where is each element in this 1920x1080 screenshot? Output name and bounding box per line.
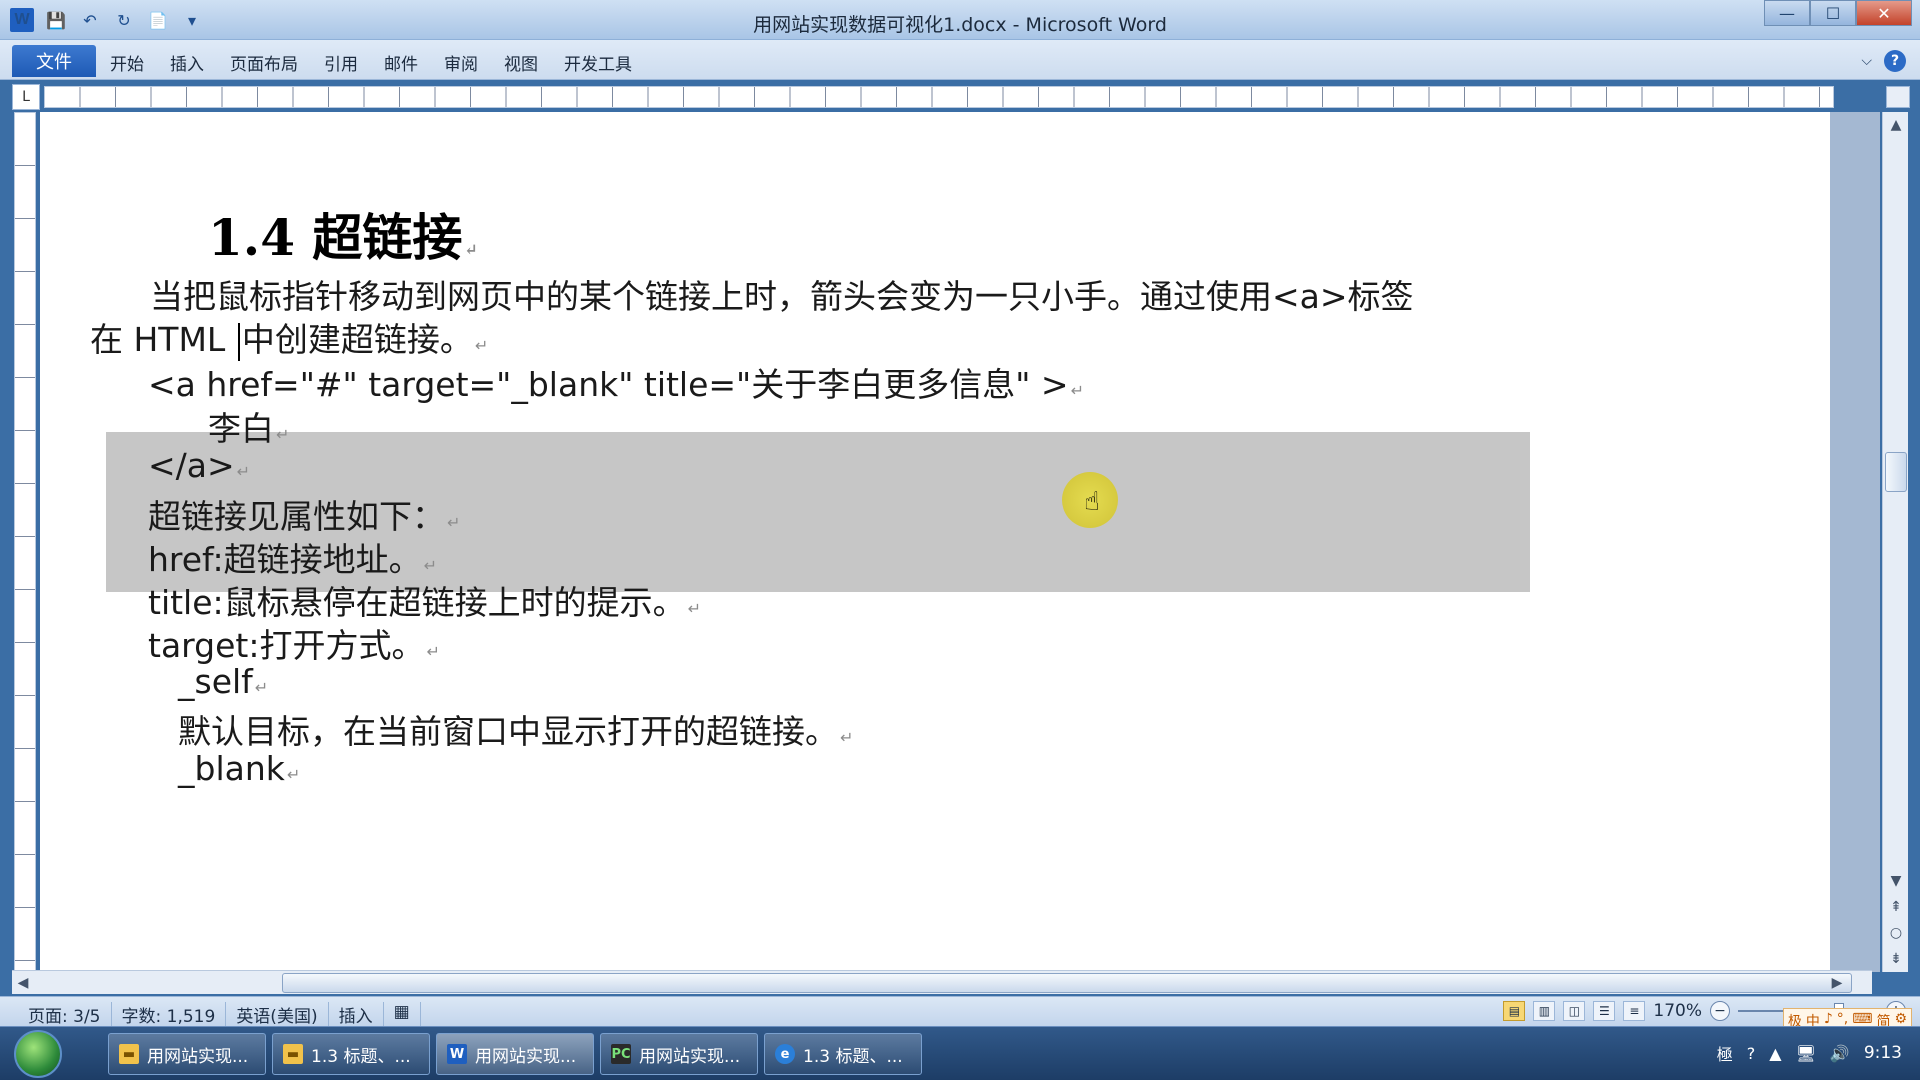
scroll-right-icon[interactable]: ▶ (1826, 971, 1848, 995)
draft-view-icon[interactable]: ≡ (1623, 1001, 1646, 1021)
text-caret (237, 322, 240, 361)
href-line: href:超链接地址。 ↵ (148, 540, 438, 579)
help-icon[interactable]: ? (1884, 50, 1906, 72)
horizontal-ruler[interactable] (44, 86, 1834, 108)
insert-mode[interactable]: 插入 (329, 1002, 384, 1027)
clock[interactable]: 9:13 (1864, 1043, 1902, 1063)
horizontal-scrollbar[interactable]: ◀ ▶ (12, 970, 1872, 994)
taskbar-item-folder-1[interactable]: ▬ 用网站实现... (108, 1033, 266, 1075)
minimize-ribbon-icon[interactable]: ⌵ (1861, 53, 1872, 69)
window-controls: — ☐ ✕ (1764, 0, 1912, 26)
self-description: 默认目标，在当前窗口中显示打开的超链接。 ↵ (178, 712, 854, 751)
taskbar: ▬ 用网站实现... ▬ 1.3 标题、... W 用网站实现... PC 用网… (0, 1026, 1920, 1080)
print-layout-view-icon[interactable]: ▤ (1503, 1001, 1526, 1021)
document-page[interactable]: 1.4 超链接 ↵ 当把鼠标指针移动到网页中的某个链接上时，箭头会变为一只小手。通… (40, 112, 1830, 972)
tab-insert[interactable]: 插入 (170, 50, 204, 75)
full-screen-reading-icon[interactable]: ▥ (1533, 1001, 1556, 1021)
tab-page-layout[interactable]: 页面布局 (230, 50, 298, 75)
vertical-ruler[interactable] (14, 112, 36, 972)
ribbon-right-controls: ⌵ ? (1861, 50, 1906, 72)
taskbar-item-pycharm[interactable]: PC 用网站实现... (600, 1033, 758, 1075)
taskbar-item-word[interactable]: W 用网站实现... (436, 1033, 594, 1075)
tab-file[interactable]: 文件 (12, 45, 96, 77)
scroll-left-icon[interactable]: ◀ (12, 971, 34, 995)
vertical-scroll-thumb[interactable] (1885, 452, 1907, 492)
title-attr-line: title:鼠标悬停在超链接上时的提示。 ↵ (148, 583, 702, 622)
tab-home[interactable]: 开始 (110, 50, 144, 75)
tab-developer[interactable]: 开发工具 (564, 50, 632, 75)
horizontal-scroll-thumb[interactable] (282, 973, 1852, 993)
code-line-2: 李白 ↵ (208, 409, 290, 448)
scroll-up-icon[interactable]: ▲ (1883, 112, 1909, 138)
zoom-level[interactable]: 170% (1653, 1001, 1702, 1021)
blank-label: _blank ↵ (178, 749, 301, 788)
help-tray-icon[interactable]: ? (1747, 1044, 1756, 1063)
vertical-scrollbar[interactable]: ▲ ▼ ⇞ ○ ⇟ (1882, 112, 1908, 972)
start-button[interactable] (14, 1030, 62, 1078)
close-button[interactable]: ✕ (1856, 0, 1912, 26)
intro-line-1: 当把鼠标指针移动到网页中的某个链接上时，箭头会变为一只小手。通过使用<a>标签 (150, 277, 1414, 316)
attributes-title: 超链接见属性如下： ↵ (148, 497, 461, 536)
tab-mailings[interactable]: 邮件 (384, 50, 418, 75)
code-line-3: </a> ↵ (148, 446, 251, 485)
taskbar-item-folder-2[interactable]: ▬ 1.3 标题、... (272, 1033, 430, 1075)
language-indicator[interactable]: 英语(美国) (226, 1002, 329, 1027)
ribbon-tabs-bar: 文件 开始 插入 页面布局 引用 邮件 审阅 视图 开发工具 ⌵ ? (0, 40, 1920, 80)
scroll-down-icon[interactable]: ▼ (1883, 868, 1909, 894)
show-hidden-icons[interactable]: ▲ (1769, 1044, 1781, 1063)
document-area: 1.4 超链接 ↵ 当把鼠标指针移动到网页中的某个链接上时，箭头会变为一只小手。通… (40, 112, 1880, 972)
folder-icon: ▬ (283, 1044, 303, 1064)
status-items: 页面: 3/5 字数: 1,519 英语(美国) 插入 ▦ (18, 1002, 421, 1027)
zoom-out-icon[interactable]: − (1710, 1001, 1730, 1021)
tab-references[interactable]: 引用 (324, 50, 358, 75)
taskbar-buttons: ▬ 用网站实现... ▬ 1.3 标题、... W 用网站实现... PC 用网… (108, 1033, 922, 1075)
status-bar: 页面: 3/5 字数: 1,519 英语(美国) 插入 ▦ ▤ ▥ ◫ ☰ ≡ … (0, 996, 1920, 1027)
tab-selector[interactable]: L (12, 84, 40, 110)
hand-cursor-icon: ☝ (1084, 487, 1100, 517)
taskbar-item-ie[interactable]: e 1.3 标题、... (764, 1033, 922, 1075)
window-title: 用网站实现数据可视化1.docx - Microsoft Word (753, 14, 1167, 36)
view-ruler-button[interactable] (1886, 86, 1910, 108)
tab-view[interactable]: 视图 (504, 50, 538, 75)
ribbon-tabs: 开始 插入 页面布局 引用 邮件 审阅 视图 开发工具 (110, 50, 632, 75)
ie-icon: e (775, 1044, 795, 1064)
network-icon[interactable]: 🖥 (1796, 1044, 1816, 1063)
minimize-button[interactable]: — (1764, 0, 1810, 26)
folder-icon: ▬ (119, 1044, 139, 1064)
word-icon: W (447, 1044, 467, 1064)
intro-line-2: 在 HTML 中创建超链接。 ↵ (90, 320, 489, 361)
page-count[interactable]: 页面: 3/5 (18, 1002, 112, 1027)
system-tray: 極 ? ▲ 🖥 🔊 9:13 (1717, 1041, 1902, 1065)
pycharm-icon: PC (611, 1044, 631, 1064)
maximize-button[interactable]: ☐ (1810, 0, 1856, 26)
tab-review[interactable]: 审阅 (444, 50, 478, 75)
volume-icon[interactable]: 🔊 (1830, 1044, 1850, 1063)
title-bar: W 💾 ↶ ↻ 📄 ▾ 用网站实现数据可视化1.docx - Microsoft… (0, 0, 1920, 40)
previous-page-icon[interactable]: ⇞ (1883, 894, 1909, 920)
target-line: target:打开方式。 ↵ (148, 626, 440, 665)
code-line-1: <a href="#" target="_blank" title="关于李白更… (148, 365, 1084, 404)
next-page-icon[interactable]: ⇟ (1883, 946, 1909, 972)
section-heading: 1.4 超链接 ↵ (208, 208, 478, 267)
browse-object-icon[interactable]: ○ (1883, 920, 1909, 946)
macro-record-icon[interactable]: ▦ (384, 1002, 421, 1027)
ime-tray-icon[interactable]: 極 (1717, 1041, 1733, 1065)
word-count[interactable]: 字数: 1,519 (112, 1002, 227, 1027)
self-label: _self ↵ (178, 662, 269, 701)
web-layout-icon[interactable]: ◫ (1563, 1001, 1586, 1021)
outline-view-icon[interactable]: ☰ (1593, 1001, 1616, 1021)
